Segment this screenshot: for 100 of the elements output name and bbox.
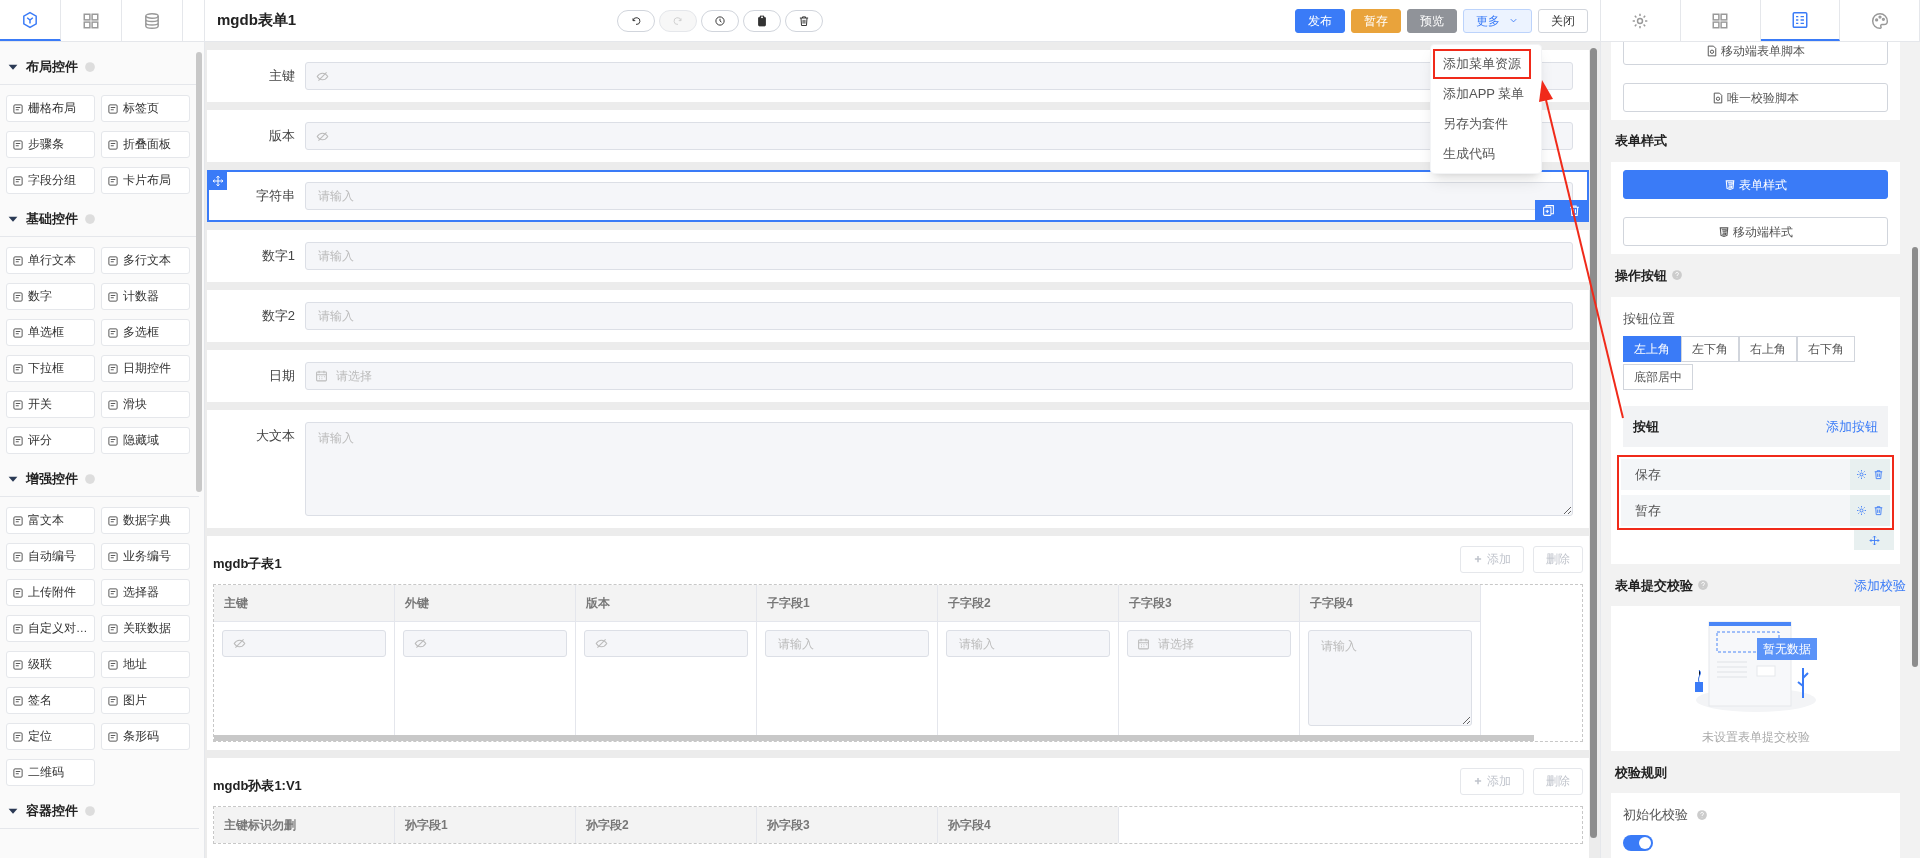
- palette-item[interactable]: 标签页: [101, 95, 190, 122]
- subtable-title: mgdb子表1: [213, 555, 282, 574]
- control-icon: [107, 434, 119, 447]
- palette-item[interactable]: 数据字典: [101, 507, 190, 534]
- panel-button[interactable]: 表单样式: [1623, 170, 1888, 200]
- menu-item[interactable]: 添加菜单资源: [1433, 49, 1531, 79]
- palette-item[interactable]: 开关: [6, 391, 95, 418]
- input-field[interactable]: 请输入: [765, 630, 929, 657]
- palette-item[interactable]: 自动编号: [6, 543, 95, 570]
- position-option[interactable]: 右下角: [1797, 336, 1855, 363]
- drag-handle[interactable]: [1854, 530, 1894, 551]
- palette-item[interactable]: 二维码: [6, 759, 95, 786]
- palette-item[interactable]: 多行文本: [101, 247, 190, 274]
- hidden-field[interactable]: [584, 630, 748, 657]
- palette-item[interactable]: 栅格布局: [6, 95, 95, 122]
- field-label: 字符串: [255, 187, 296, 206]
- palette-item[interactable]: 自定义对…: [6, 615, 95, 642]
- date-field[interactable]: 请选择: [305, 362, 1573, 390]
- position-option[interactable]: 底部居中: [1623, 364, 1693, 391]
- add-button-link[interactable]: 添加按钮: [1826, 416, 1878, 437]
- palette-item[interactable]: 隐藏域: [101, 427, 190, 454]
- input-field[interactable]: 请输入: [305, 182, 1573, 210]
- palette-item[interactable]: 单行文本: [6, 247, 95, 274]
- css-icon: [1724, 178, 1736, 191]
- date-field[interactable]: 请选择: [1127, 630, 1291, 657]
- control-icon: [107, 254, 119, 267]
- palette-item[interactable]: 计数器: [101, 283, 190, 310]
- palette-item[interactable]: 富文本: [6, 507, 95, 534]
- control-icon: [12, 586, 24, 599]
- hidden-field[interactable]: [403, 630, 567, 657]
- field-label: 主键: [268, 67, 296, 86]
- trash-icon[interactable]: [1873, 505, 1884, 517]
- palette-item[interactable]: 选择器: [101, 579, 190, 606]
- palette-item[interactable]: 评分: [6, 427, 95, 454]
- menu-item[interactable]: 添加APP 菜单: [1433, 79, 1535, 109]
- toggle-switch[interactable]: [1623, 834, 1653, 851]
- redo-icon: [672, 14, 684, 27]
- scrollbar[interactable]: [1912, 247, 1918, 667]
- panel-button[interactable]: 移动端样式: [1623, 217, 1888, 247]
- input-field[interactable]: 请输入: [305, 302, 1573, 330]
- section-title: 校验规则: [1615, 763, 1667, 782]
- position-option[interactable]: 左下角: [1681, 336, 1739, 363]
- info-icon: [84, 60, 96, 73]
- palette-item[interactable]: 关联数据: [101, 615, 190, 642]
- input-field[interactable]: 请输入: [305, 242, 1573, 270]
- add-link[interactable]: 添加校验: [1854, 575, 1906, 596]
- section-title: 操作按钮: [1615, 266, 1667, 285]
- palette-item[interactable]: 卡片布局: [101, 167, 190, 194]
- palette-item[interactable]: 条形码: [101, 723, 190, 750]
- undo-button[interactable]: [617, 9, 655, 32]
- clipboard-button[interactable]: [743, 9, 781, 32]
- help-icon: [1696, 809, 1708, 822]
- palette-item[interactable]: 多选框: [101, 319, 190, 346]
- palette-item[interactable]: 上传附件: [6, 579, 95, 606]
- more-dropdown-button[interactable]: 更多: [1463, 8, 1532, 33]
- palette-item[interactable]: 字段分组: [6, 167, 95, 194]
- settings-icon[interactable]: [1856, 469, 1867, 481]
- hidden-field[interactable]: [222, 630, 386, 657]
- button-row[interactable]: 保存: [1621, 459, 1890, 491]
- panel-button[interactable]: 移动端表单脚本: [1623, 42, 1888, 65]
- scrollbar[interactable]: [214, 735, 1534, 741]
- palette-item[interactable]: 步骤条: [6, 131, 95, 158]
- palette-item[interactable]: 地址: [101, 651, 190, 678]
- trash-button[interactable]: [785, 9, 823, 32]
- palette-item[interactable]: 滑块: [101, 391, 190, 418]
- palette-item[interactable]: 签名: [6, 687, 95, 714]
- column-header: 孙字段4: [938, 807, 1119, 843]
- trash-icon[interactable]: [1873, 469, 1884, 481]
- palette-item[interactable]: 图片: [101, 687, 190, 714]
- delete-button[interactable]: [1561, 200, 1587, 220]
- drag-handle[interactable]: [209, 172, 227, 190]
- copy-button[interactable]: [1535, 200, 1561, 220]
- history-icon: [714, 14, 726, 27]
- css-icon: [1718, 225, 1730, 238]
- palette-item[interactable]: 级联: [6, 651, 95, 678]
- position-option[interactable]: 右上角: [1739, 336, 1797, 363]
- panel-tab[interactable]: [0, 0, 61, 41]
- palette-item[interactable]: 下拉框: [6, 355, 95, 382]
- palette-item[interactable]: 单选框: [6, 319, 95, 346]
- control-icon: [107, 730, 119, 743]
- palette-item[interactable]: 业务编号: [101, 543, 190, 570]
- palette-item[interactable]: 定位: [6, 723, 95, 750]
- menu-item[interactable]: 生成代码: [1433, 139, 1505, 169]
- palette-item[interactable]: 日期控件: [101, 355, 190, 382]
- control-icon: [12, 694, 24, 707]
- input-field[interactable]: 请输入: [946, 630, 1110, 657]
- textarea-field[interactable]: 请输入: [305, 422, 1573, 516]
- scrollbar[interactable]: [1590, 48, 1597, 838]
- scrollbar[interactable]: [196, 52, 202, 492]
- action-button[interactable]: 关闭: [1538, 8, 1588, 33]
- menu-item[interactable]: 另存为套件: [1433, 109, 1518, 139]
- settings-icon[interactable]: [1856, 505, 1867, 517]
- textarea-field[interactable]: 请输入: [1308, 630, 1472, 726]
- action-button[interactable]: 发布: [1295, 8, 1345, 33]
- control-icon: [107, 102, 119, 115]
- position-option[interactable]: 左上角: [1623, 336, 1681, 363]
- palette-item[interactable]: 折叠面板: [101, 131, 190, 158]
- button-row[interactable]: 暂存: [1621, 495, 1890, 527]
- panel-button[interactable]: 唯一校验脚本: [1623, 83, 1888, 112]
- palette-item[interactable]: 数字: [6, 283, 95, 310]
